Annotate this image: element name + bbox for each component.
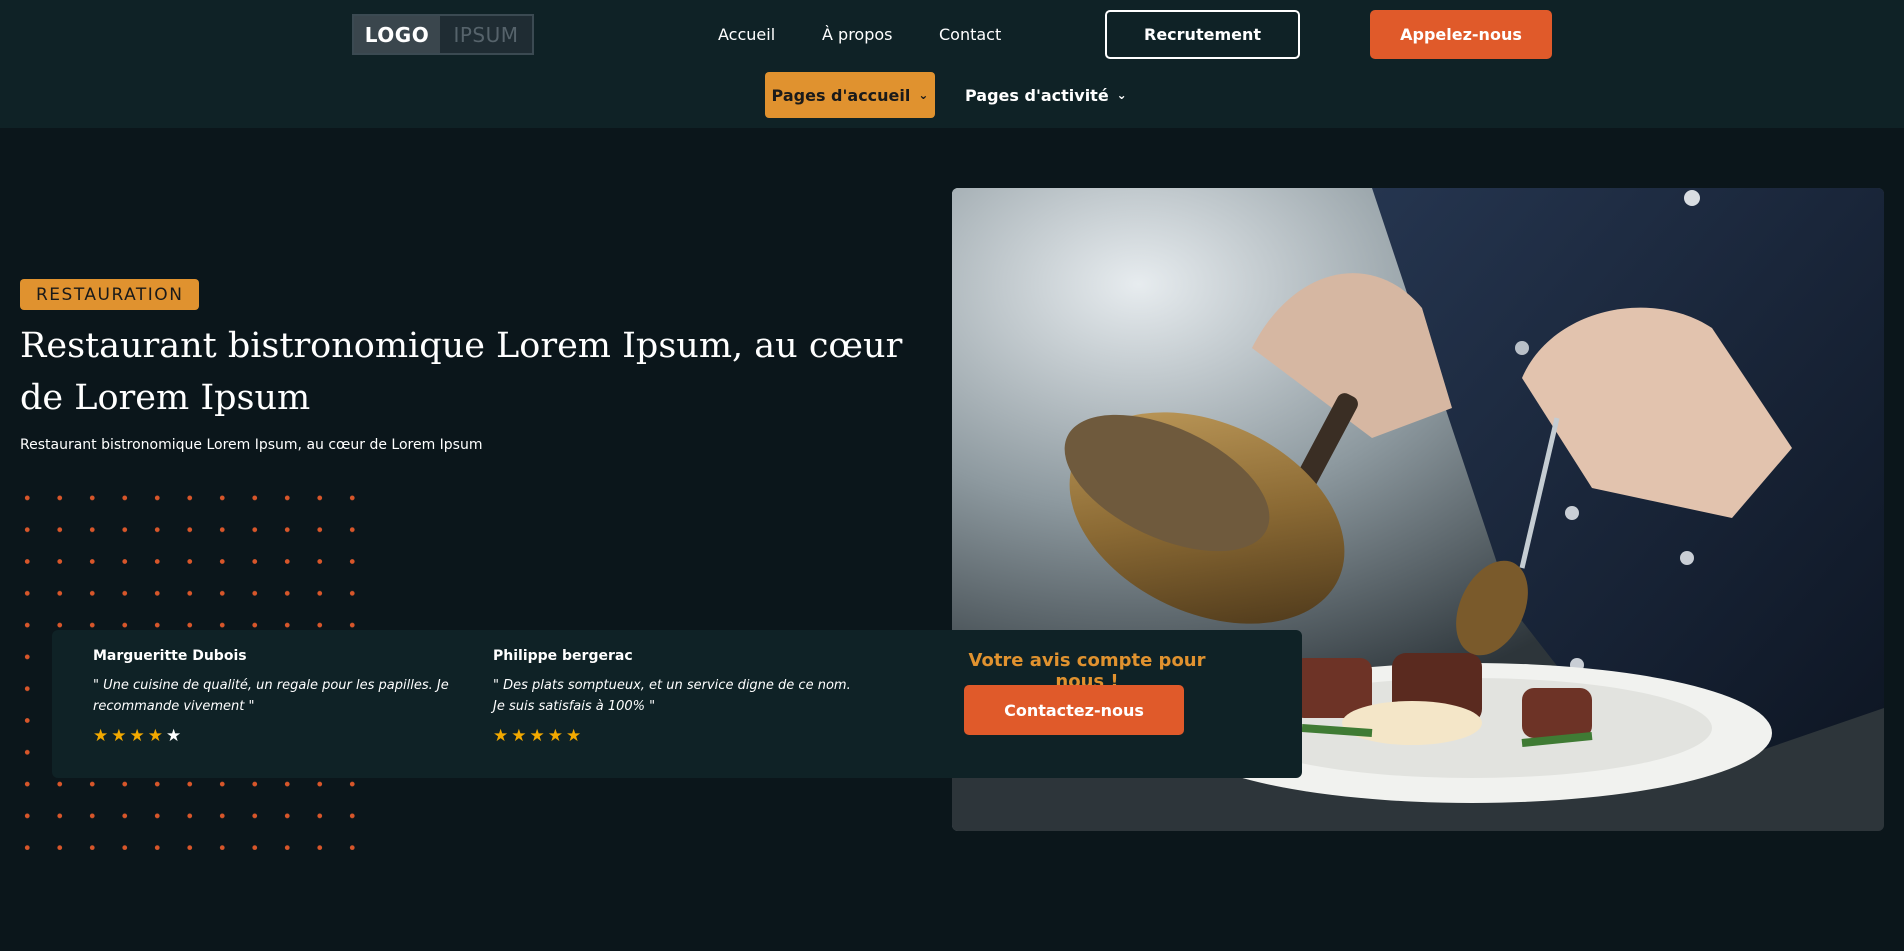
site-header: LOGO IPSUM Accueil À propos Contact Recr…: [0, 0, 1904, 128]
logo[interactable]: LOGO IPSUM: [352, 14, 534, 55]
reviewer-name: Margueritte Dubois: [93, 648, 247, 664]
dropdown-pages-activite[interactable]: Pages d'activité ⌄: [965, 72, 1127, 118]
star-icon: ★: [93, 726, 112, 746]
hero-title: Restaurant bistronomique Lorem Ipsum, au…: [20, 326, 903, 418]
star-icon: ★: [566, 726, 585, 746]
dropdown-pages-activite-label: Pages d'activité: [965, 85, 1109, 105]
star-icon: ★: [493, 726, 512, 746]
hero-subtitle: Restaurant bistronomique Lorem Ipsum, au…: [20, 437, 483, 453]
star-empty-icon: ★: [166, 726, 185, 746]
nav-accueil[interactable]: Accueil: [718, 25, 775, 44]
review-item: Margueritte Dubois " Une cuisine de qual…: [93, 648, 453, 746]
reviews-card: Margueritte Dubois " Une cuisine de qual…: [52, 630, 1302, 778]
reviewer-name: Philippe bergerac: [493, 648, 633, 664]
nav-a-propos[interactable]: À propos: [822, 25, 892, 44]
call-button[interactable]: Appelez-nous: [1370, 10, 1552, 59]
logo-text-right: IPSUM: [453, 22, 519, 47]
star-icon: ★: [147, 726, 166, 746]
star-icon: ★: [547, 726, 566, 746]
contact-button[interactable]: Contactez-nous: [964, 685, 1184, 735]
star-rating: ★★★★★: [93, 726, 453, 746]
category-tag: RESTAURATION: [20, 279, 200, 310]
nav-contact[interactable]: Contact: [939, 25, 1001, 44]
recrutement-button[interactable]: Recrutement: [1105, 10, 1300, 59]
dropdown-pages-accueil[interactable]: Pages d'accueil ⌄: [765, 72, 935, 118]
dropdown-pages-accueil-label: Pages d'accueil: [771, 85, 911, 105]
review-text: " Des plats somptueux, et un service dig…: [493, 678, 851, 714]
review-text: " Une cuisine de qualité, un regale pour…: [93, 678, 449, 714]
star-icon: ★: [511, 726, 530, 746]
chevron-down-icon: ⌄: [1116, 88, 1127, 102]
logo-text-left: LOGO: [354, 16, 440, 53]
star-icon: ★: [129, 726, 148, 746]
chevron-down-icon: ⌄: [918, 88, 929, 102]
review-item: Philippe bergerac " Des plats somptueux,…: [493, 648, 853, 746]
star-icon: ★: [529, 726, 548, 746]
star-rating: ★★★★★: [493, 726, 853, 746]
star-icon: ★: [111, 726, 130, 746]
